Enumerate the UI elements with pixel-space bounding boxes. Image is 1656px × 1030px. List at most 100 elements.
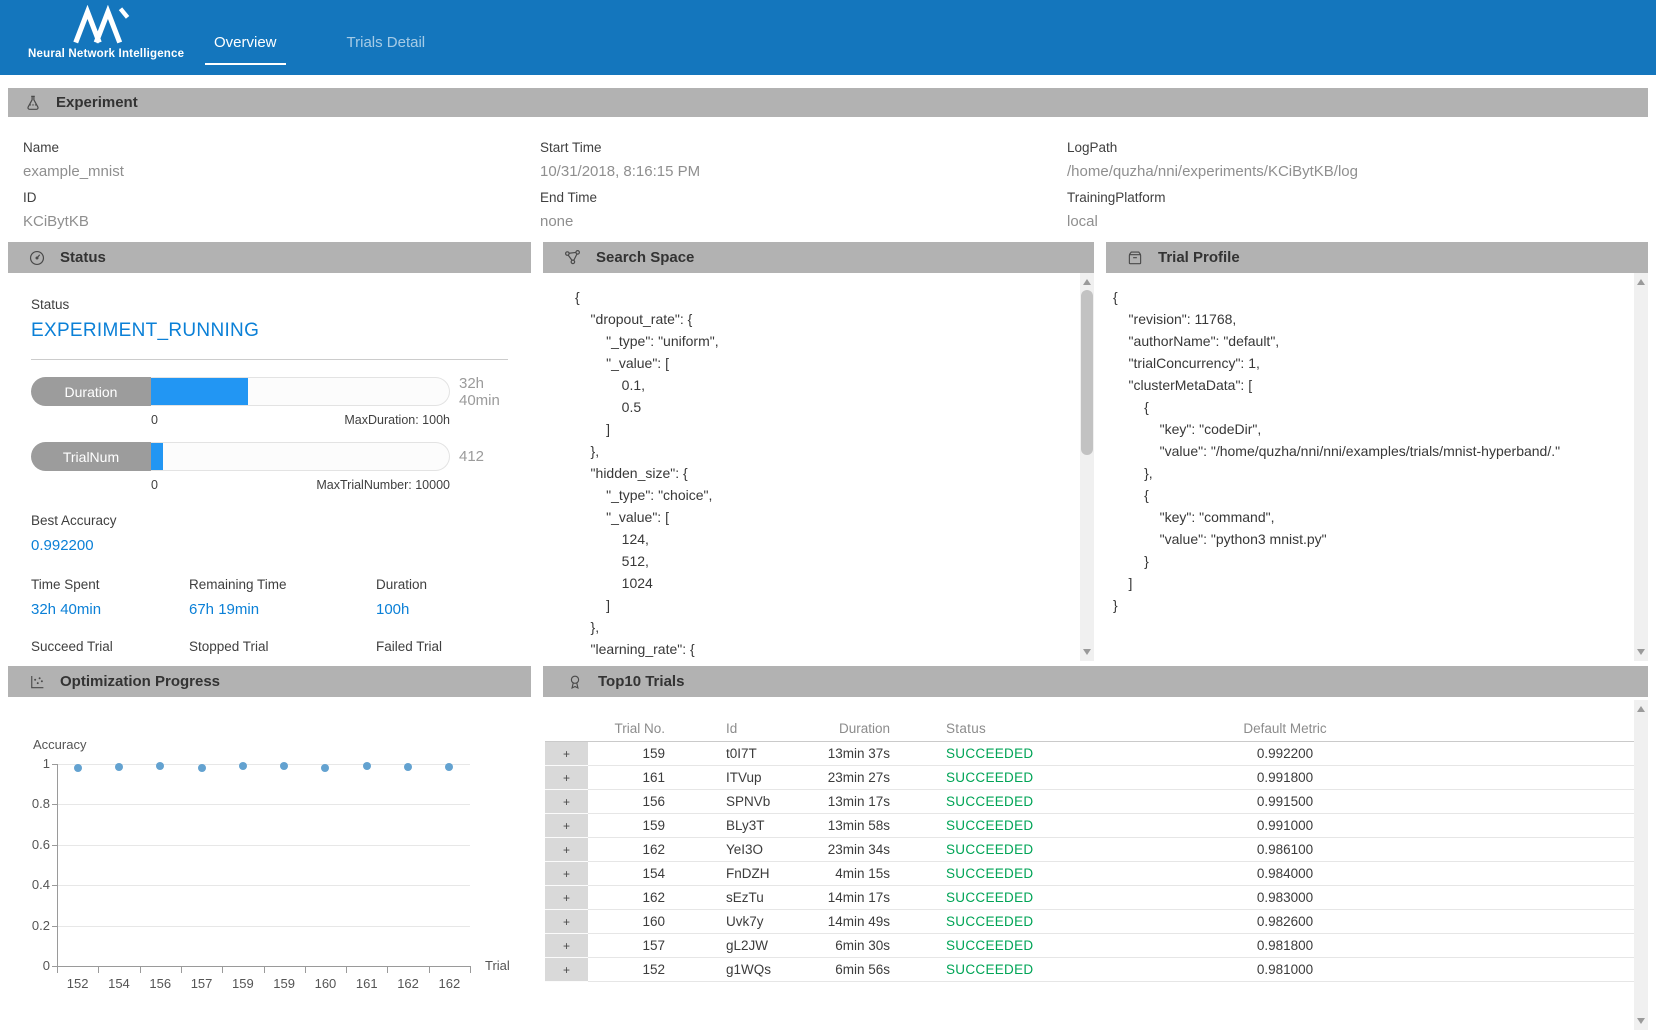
experiment-section-title: Experiment [56,94,138,111]
trial-expander-button[interactable]: + [545,838,588,862]
y-axis-tick-label: 0 [8,958,50,973]
trialnum-bar-max: MaxTrialNumber: 10000 [316,478,450,492]
trialnum-progress-bar: TrialNum 412 [31,442,523,471]
scrollbar-thumb[interactable] [1081,290,1093,455]
trial-expander-button[interactable]: + [545,742,588,766]
trial-expander-button[interactable]: + [545,934,588,958]
trial-no-cell: 157 [588,934,685,958]
trial-no-cell: 159 [588,742,685,766]
scroll-down-icon[interactable] [1637,1018,1645,1024]
trial-expander-button[interactable]: + [545,910,588,934]
tab-trials-detail[interactable]: Trials Detail [338,34,435,65]
experiment-section-header: Experiment [8,88,1648,117]
x-axis-tick [57,967,58,973]
trialnum-bar-label: TrialNum [31,442,151,471]
gridline [58,926,470,927]
trial-expander-button[interactable]: + [545,862,588,886]
scroll-up-icon[interactable] [1637,706,1645,712]
trial-duration-cell: 6min 30s [805,934,905,958]
col-header-duration: Duration [805,720,905,742]
top10-panel-title: Top10 Trials [598,673,684,690]
trial-id-cell: ITVup [685,766,805,790]
status-label: Status [31,297,523,312]
trial-id-cell: t0I7T [685,742,805,766]
trial-duration-cell: 14min 17s [805,886,905,910]
trial-expander-button[interactable]: + [545,958,588,982]
trial-row: +157gL2JW6min 30sSUCCEEDED0.981800 [545,934,1635,958]
table-header-row: Trial No. Id Duration Status Default Met… [545,720,1635,742]
trial-duration-cell: 13min 37s [805,742,905,766]
top10-trials-table: Trial No. Id Duration Status Default Met… [545,720,1635,982]
top10-trials-panel: Top10 Trials Trial No. Id Duration Statu… [543,666,1648,1030]
search-space-panel-title: Search Space [596,249,694,266]
duration-bar-min: 0 [151,413,158,427]
field-label-start-time: Start Time [540,140,1067,155]
x-axis-tick [305,967,306,973]
trial-filler-cell [1365,814,1635,838]
field-label-id: ID [23,190,540,205]
col-header-filler [1365,720,1635,742]
col-header-trial-no: Trial No. [588,720,685,742]
trial-no-cell: 161 [588,766,685,790]
scatter-point [445,763,453,771]
scroll-up-icon[interactable] [1083,279,1091,285]
trial-expander-button[interactable]: + [545,790,588,814]
optimization-panel-body: Accuracy 00.20.40.60.8115215415615715915… [8,697,531,1030]
trial-no-cell: 160 [588,910,685,934]
trial-status-cell: SUCCEEDED [905,934,1205,958]
status-panel-header: Status [8,242,531,273]
trial-default-metric-cell: 0.981000 [1205,958,1365,982]
scroll-up-icon[interactable] [1637,279,1645,285]
trial-default-metric-cell: 0.991500 [1205,790,1365,814]
trial-id-cell: sEzTu [685,886,805,910]
metric-label: Succeed Trial [31,639,189,654]
trial-duration-cell: 4min 15s [805,862,905,886]
network-nodes-icon [563,248,582,267]
search-space-scrollbar[interactable] [1080,273,1094,661]
status-panel: Status Status EXPERIMENT_RUNNING Duratio… [8,242,531,661]
status-metrics-grid: Time Spent 32h 40min Remaining Time 67h … [31,577,523,661]
trial-id-cell: FnDZH [685,862,805,886]
trial-profile-scrollbar[interactable] [1634,273,1648,661]
scroll-down-icon[interactable] [1083,649,1091,655]
x-axis-tick-label: 157 [181,976,222,991]
gridline [58,804,470,805]
top10-table-scrollbar[interactable] [1634,700,1648,1030]
trial-row: +154FnDZH4min 15sSUCCEEDED0.984000 [545,862,1635,886]
x-axis-tick [387,967,388,973]
trial-filler-cell [1365,862,1635,886]
y-axis-tick-label: 0.8 [8,796,50,811]
scatter-point [115,763,123,771]
y-axis-tick-label: 0.6 [8,837,50,852]
gridline [58,885,470,886]
top10-panel-header: Top10 Trials [543,666,1648,697]
top10-panel-body: Trial No. Id Duration Status Default Met… [543,697,1648,1030]
trial-default-metric-cell: 0.991000 [1205,814,1365,838]
flask-icon [24,94,42,112]
metric-time-spent: Time Spent 32h 40min [31,577,189,618]
field-value-training-platform: local [1067,213,1633,230]
trial-expander-button[interactable]: + [545,814,588,838]
experiment-col-2: Start Time 10/31/2018, 8:16:15 PM End Ti… [540,130,1067,230]
trial-row: +156SPNVb13min 17sSUCCEEDED0.991500 [545,790,1635,814]
y-axis-tick-label: 0.2 [8,918,50,933]
trial-default-metric-cell: 0.992200 [1205,742,1365,766]
x-axis-tick [222,967,223,973]
trial-filler-cell [1365,766,1635,790]
nni-logo-icon [71,5,137,47]
y-axis-line [57,764,58,966]
trial-duration-cell: 13min 17s [805,790,905,814]
scatter-point [280,762,288,770]
tab-overview[interactable]: Overview [205,34,286,65]
brand-text: Neural Network Intelligence [28,48,180,60]
field-value-start-time: 10/31/2018, 8:16:15 PM [540,163,1067,180]
trial-profile-json: { "revision": 11768, "authorName": "defa… [1106,273,1648,661]
x-axis-tick [140,967,141,973]
duration-bar-fill [151,378,248,405]
trial-expander-button[interactable]: + [545,766,588,790]
trial-no-cell: 159 [588,814,685,838]
trial-profile-panel: Trial Profile { "revision": 11768, "auth… [1106,242,1648,661]
trial-expander-button[interactable]: + [545,886,588,910]
scroll-down-icon[interactable] [1637,649,1645,655]
trial-filler-cell [1365,886,1635,910]
